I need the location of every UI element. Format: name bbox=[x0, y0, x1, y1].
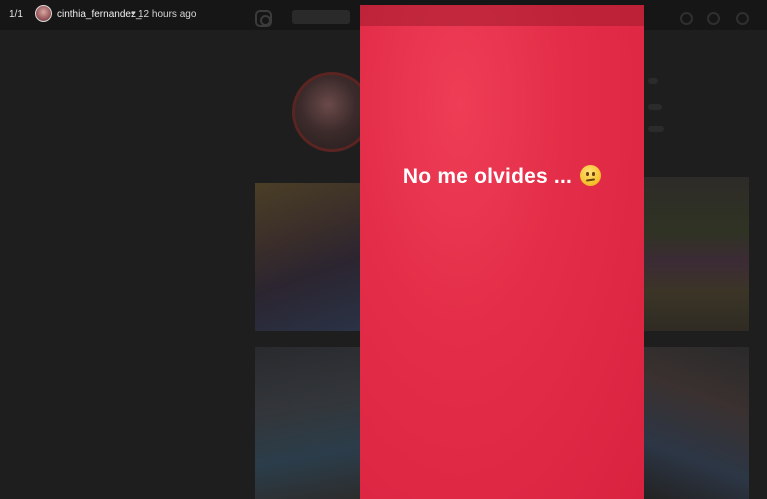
confused-face-icon bbox=[580, 165, 602, 186]
story-text-line: No me olvides ... bbox=[360, 165, 644, 189]
post-thumbnail bbox=[255, 347, 365, 499]
post-thumbnail bbox=[255, 183, 365, 331]
avatar[interactable] bbox=[35, 5, 52, 22]
story-counter: 1/1 bbox=[9, 9, 23, 20]
story-card[interactable]: No me olvides ... bbox=[360, 5, 644, 499]
post-thumbnail bbox=[643, 177, 749, 331]
story-username[interactable]: cinthia_fernandez_ bbox=[57, 9, 142, 20]
story-text: No me olvides ... bbox=[402, 165, 573, 188]
profile-meta-line bbox=[648, 126, 664, 132]
separator-dot: • bbox=[131, 8, 135, 19]
post-thumbnail bbox=[643, 347, 749, 499]
profile-meta-dot bbox=[648, 78, 658, 84]
story-progress-bar bbox=[360, 5, 644, 26]
story-timestamp: 12 hours ago bbox=[138, 9, 197, 20]
profile-meta-line bbox=[648, 104, 662, 110]
story-viewer-screen: 1/1 cinthia_fernandez_ • 12 hours ago No… bbox=[0, 0, 767, 499]
